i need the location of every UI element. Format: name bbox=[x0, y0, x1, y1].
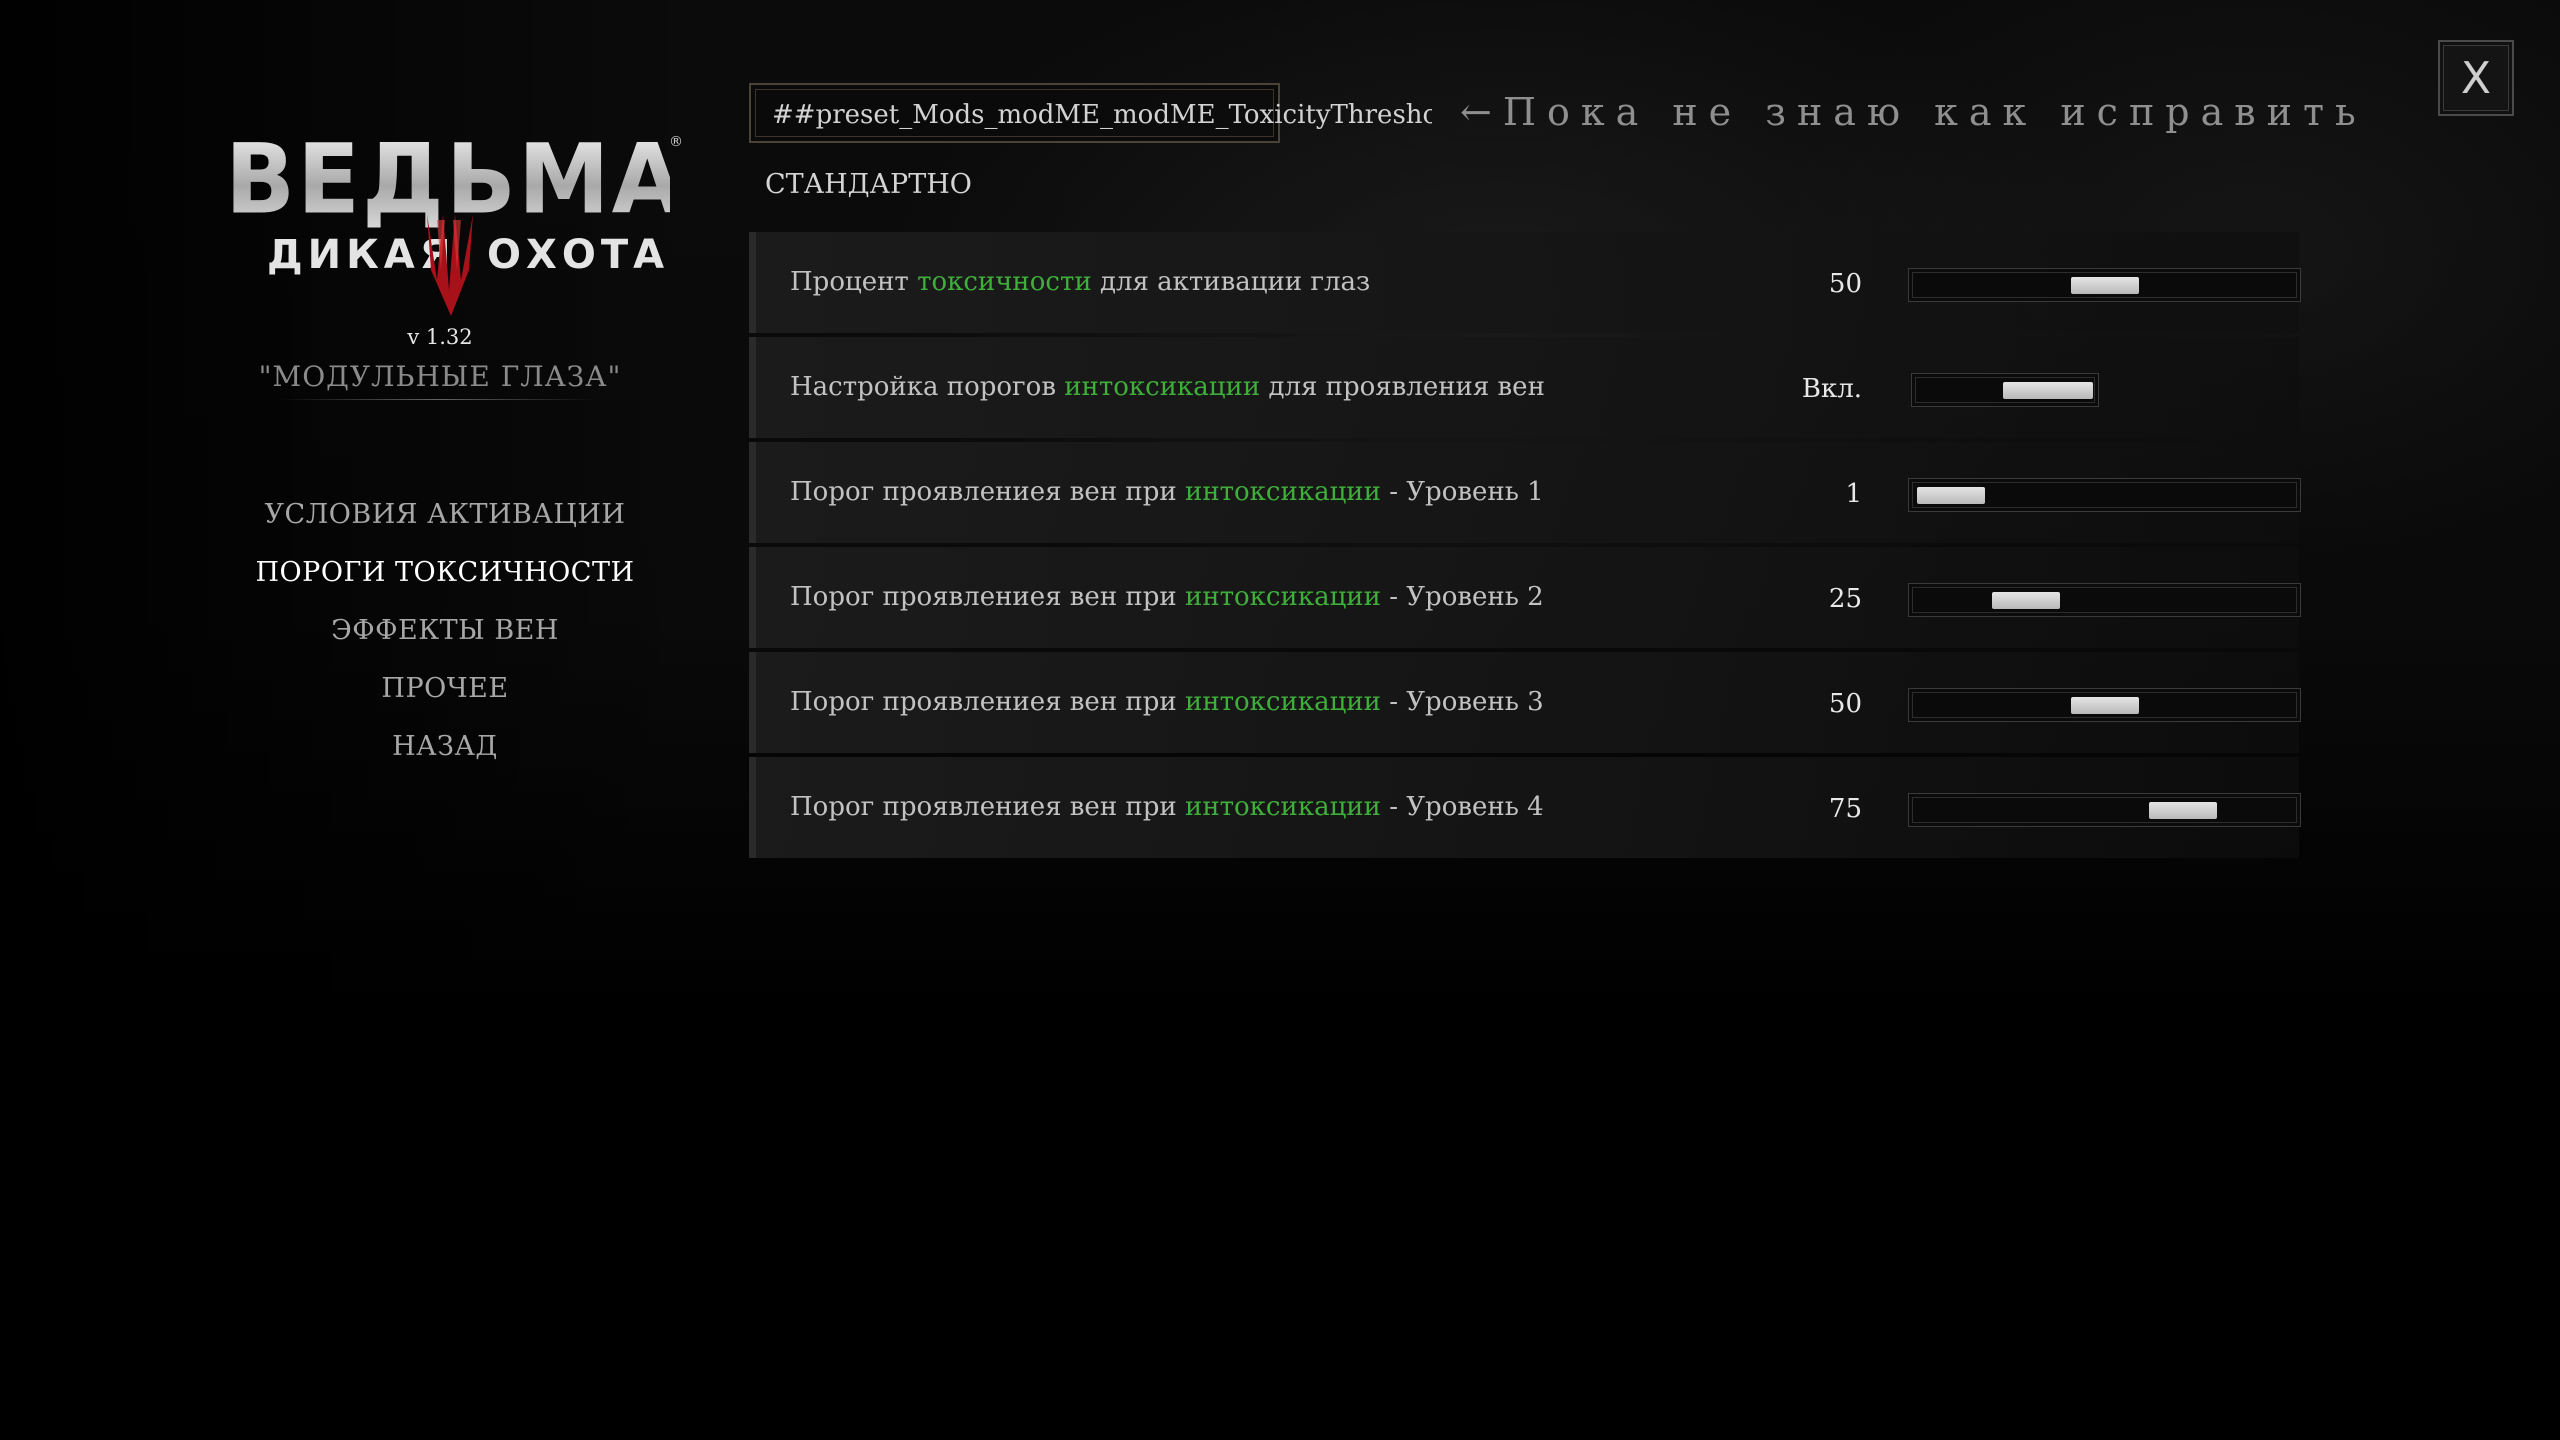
menu-item-other[interactable]: ПРОЧЕЕ bbox=[220, 669, 670, 727]
slider-handle[interactable] bbox=[2070, 277, 2139, 294]
menu-item-back[interactable]: НАЗАД bbox=[220, 727, 670, 785]
setting-slider[interactable] bbox=[1908, 688, 2301, 722]
setting-value: 75 bbox=[1828, 794, 1862, 824]
setting-row[interactable]: Порог проявлениея вен при интоксикации -… bbox=[749, 547, 2301, 648]
setting-label: Настройка порогов интоксикации для прояв… bbox=[790, 372, 1545, 402]
setting-slider[interactable] bbox=[1908, 583, 2301, 617]
game-logo: ВЕДЬМАК ® ДИКАЯ ОХОТА bbox=[225, 127, 760, 330]
setting-label: Процент токсичности для активации глаз bbox=[790, 267, 1371, 297]
settings-list: Процент токсичности для активации глаз 5… bbox=[749, 232, 2301, 862]
wolf-claw-icon bbox=[427, 214, 473, 316]
setting-slider[interactable] bbox=[1908, 478, 2301, 512]
logo-subtitle-right: ОХОТА bbox=[487, 232, 670, 278]
setting-label: Порог проявлениея вен при интоксикации -… bbox=[790, 477, 1544, 507]
preset-id-text: ##preset_Mods_modME_modME_ToxicityThresh… bbox=[772, 100, 1432, 130]
setting-row[interactable]: Порог проявлениея вен при интоксикации -… bbox=[749, 757, 2301, 858]
menu-item-activation-conditions[interactable]: УСЛОВИЯ АКТИВАЦИИ bbox=[220, 495, 670, 553]
setting-value: 1 bbox=[1845, 479, 1862, 509]
preset-label: СТАНДАРТНО bbox=[765, 169, 972, 200]
setting-value: 50 bbox=[1828, 689, 1862, 719]
setting-label: Порог проявлениея вен при интоксикации -… bbox=[790, 582, 1544, 612]
slider-handle[interactable] bbox=[1992, 592, 2061, 609]
setting-toggle[interactable] bbox=[1911, 373, 2099, 407]
setting-slider[interactable] bbox=[1908, 268, 2301, 302]
menu-item-vein-effects[interactable]: ЭФФЕКТЫ ВЕН bbox=[220, 611, 670, 669]
setting-row[interactable]: Настройка порогов интоксикации для прояв… bbox=[749, 337, 2299, 438]
logo-registered-mark: ® bbox=[669, 134, 683, 150]
setting-label: Порог проявлениея вен при интоксикации -… bbox=[790, 687, 1544, 717]
annotation-note: ←Пока не знаю как исправить bbox=[1460, 90, 2367, 134]
mod-name-underline bbox=[280, 399, 596, 400]
slider-handle[interactable] bbox=[2070, 697, 2139, 714]
setting-value: Вкл. bbox=[1801, 374, 1862, 404]
mod-name: "МОДУЛЬНЫЕ ГЛАЗА" bbox=[258, 360, 622, 393]
slider-handle[interactable] bbox=[2148, 802, 2217, 819]
slider-handle[interactable] bbox=[1917, 487, 1986, 504]
setting-value: 50 bbox=[1828, 269, 1862, 299]
toggle-handle[interactable] bbox=[2003, 382, 2093, 399]
setting-value: 25 bbox=[1828, 584, 1862, 614]
setting-label: Порог проявлениея вен при интоксикации -… bbox=[790, 792, 1544, 822]
side-menu: УСЛОВИЯ АКТИВАЦИИ ПОРОГИ ТОКСИЧНОСТИ ЭФФ… bbox=[220, 495, 670, 785]
close-button[interactable]: X bbox=[2438, 40, 2514, 116]
version-label: v 1.32 bbox=[407, 325, 473, 349]
menu-item-toxicity-thresholds[interactable]: ПОРОГИ ТОКСИЧНОСТИ bbox=[220, 553, 670, 611]
setting-row[interactable]: Процент токсичности для активации глаз 5… bbox=[749, 232, 2301, 333]
setting-slider[interactable] bbox=[1908, 793, 2301, 827]
setting-row[interactable]: Порог проявлениея вен при интоксикации -… bbox=[749, 442, 2301, 543]
setting-row[interactable]: Порог проявлениея вен при интоксикации -… bbox=[749, 652, 2301, 753]
